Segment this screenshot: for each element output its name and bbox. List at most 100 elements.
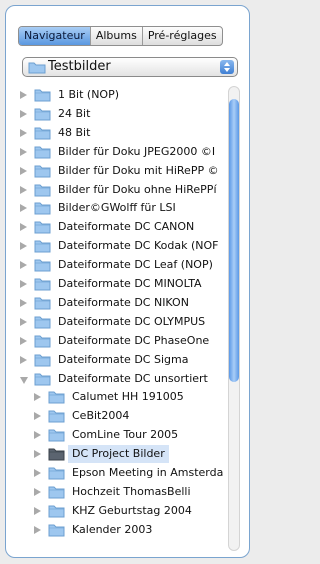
folder-icon: [34, 353, 51, 369]
tree-row[interactable]: Dateiformate DC OLYMPUS: [20, 313, 234, 331]
disclosure-triangle-closed-icon[interactable]: [20, 128, 27, 137]
tree-row[interactable]: Dateiformate DC unsortiert: [20, 370, 234, 388]
folder-icon: [34, 220, 51, 236]
folder-tree: 1 Bit (NOP) 24 Bit 48 Bit Bilder für Doku J…: [20, 86, 234, 557]
folder-icon: [34, 315, 51, 331]
tree-row[interactable]: 1 Bit (NOP): [20, 86, 234, 104]
disclosure-triangle-closed-icon[interactable]: [34, 450, 41, 459]
tab-navigateur[interactable]: Navigateur: [19, 27, 91, 45]
tree-row-label: 48 Bit: [58, 125, 91, 139]
tree-row-label: Dateiformate DC Sigma: [58, 352, 189, 366]
tree-row[interactable]: Dateiformate DC NIKON: [20, 294, 234, 312]
tree-row-label: Dateiformate DC Kodak (NOF: [58, 239, 219, 253]
tree-row[interactable]: Bilder für Doku ohne HiRePPí: [20, 181, 234, 199]
disclosure-triangle-closed-icon[interactable]: [20, 336, 27, 345]
disclosure-triangle-closed-icon[interactable]: [20, 91, 27, 99]
disclosure-triangle-closed-icon[interactable]: [34, 506, 41, 515]
tree-row[interactable]: Dateiformate DC PhaseOne: [20, 332, 234, 350]
tree-row[interactable]: CeBit2004: [20, 407, 234, 425]
folder-icon: [34, 277, 51, 293]
tree-row-label: ComLine Tour 2005: [72, 428, 179, 442]
tree-row[interactable]: 48 Bit: [20, 124, 234, 142]
tree-row[interactable]: Dateiformate DC CANON: [20, 218, 234, 236]
tree-row[interactable]: Dateiformate DC Leaf (NOP): [20, 256, 234, 274]
tree-row-label: Hochzeit ThomasBelli: [72, 484, 191, 498]
tree-row-label: KHZ Geburtstag 2004: [72, 503, 192, 517]
tree-row-label: Dateiformate DC PhaseOne: [58, 333, 210, 347]
tree-row-label: 1 Bit (NOP): [58, 88, 120, 101]
tree-row-label: Dateiformate DC OLYMPUS: [58, 314, 206, 328]
tree-row[interactable]: Dateiformate DC MINOLTA: [20, 275, 234, 293]
folder-icon: [34, 145, 51, 161]
disclosure-triangle-closed-icon[interactable]: [20, 242, 27, 251]
tree-row[interactable]: DC Project Bilder: [20, 445, 234, 464]
tree-row-label: Dateiformate DC Leaf (NOP): [58, 258, 213, 272]
disclosure-triangle-closed-icon[interactable]: [34, 393, 41, 402]
tree-row-label: Dateiformate DC MINOLTA: [58, 277, 202, 290]
tree-row[interactable]: Bilder für Doku mit HiRePP ©: [20, 162, 234, 180]
tree-row-label: Calumet HH 191005: [72, 390, 184, 404]
tree-row[interactable]: 24 Bit: [20, 105, 234, 123]
disclosure-triangle-open-icon[interactable]: [20, 376, 28, 384]
tree-row[interactable]: ComLine Tour 2005: [20, 426, 234, 444]
disclosure-triangle-closed-icon[interactable]: [20, 109, 27, 118]
folder-icon: [34, 296, 51, 312]
disclosure-triangle-closed-icon[interactable]: [20, 355, 27, 364]
folder-icon: [34, 372, 51, 388]
tree-row-label: Bilder©GWolff für LSI: [58, 201, 176, 215]
tree-row[interactable]: Dateiformate DC Kodak (NOF: [20, 237, 234, 255]
folder-icon: [48, 523, 65, 539]
folder-icon: [48, 409, 65, 425]
stepper-arrows-icon[interactable]: [220, 60, 234, 74]
tree-row-label: Bilder für Doku mit HiRePP ©: [58, 163, 219, 177]
tree-row-label: 24 Bit: [58, 106, 91, 120]
folder-icon: [48, 466, 65, 482]
folder-icon: [34, 201, 51, 217]
disclosure-triangle-closed-icon[interactable]: [34, 487, 41, 496]
tree-row[interactable]: Dateiformate DC Sigma: [20, 351, 234, 369]
disclosure-triangle-closed-icon[interactable]: [20, 223, 27, 232]
tree-row[interactable]: Epson Meeting in Amsterda: [20, 464, 234, 482]
folder-icon: [28, 61, 46, 77]
folder-icon: [34, 164, 51, 180]
disclosure-triangle-closed-icon[interactable]: [20, 298, 27, 307]
disclosure-triangle-closed-icon[interactable]: [20, 147, 27, 156]
disclosure-triangle-closed-icon[interactable]: [20, 166, 27, 175]
folder-icon: [34, 239, 51, 255]
disclosure-triangle-closed-icon[interactable]: [20, 280, 27, 288]
disclosure-triangle-closed-icon[interactable]: [34, 469, 41, 477]
disclosure-triangle-closed-icon[interactable]: [20, 317, 27, 326]
folder-icon: [34, 88, 51, 104]
scrollbar-thumb[interactable]: [229, 99, 239, 382]
tree-row-label: DC Project Bilder: [68, 445, 169, 464]
tree-row-label: Kalender 2003: [72, 522, 153, 536]
tree-row[interactable]: Bilder©GWolff für LSI: [20, 199, 234, 217]
tree-row[interactable]: Hochzeit ThomasBelli: [20, 483, 234, 501]
tree-row-label: Dateiformate DC unsortiert: [58, 371, 208, 385]
vertical-scrollbar[interactable]: [228, 86, 240, 551]
tree-row-label: Epson Meeting in Amsterda: [72, 466, 224, 479]
folder-icon: [48, 447, 65, 463]
tab-pre-reglages[interactable]: Pré-réglages: [143, 27, 222, 45]
location-label: Testbilder: [48, 59, 111, 74]
tree-row[interactable]: Bilder für Doku JPEG2000 ©I: [20, 143, 234, 161]
tree-row[interactable]: Kalender 2003: [20, 521, 234, 539]
disclosure-triangle-closed-icon[interactable]: [20, 261, 27, 270]
view-tabs: Navigateur Albums Pré-réglages: [18, 26, 223, 46]
location-popup[interactable]: Testbilder: [22, 57, 238, 77]
tree-row-label: Dateiformate DC NIKON: [58, 295, 189, 309]
disclosure-triangle-closed-icon[interactable]: [20, 204, 27, 213]
disclosure-triangle-closed-icon[interactable]: [20, 185, 27, 194]
tree-row[interactable]: Calumet HH 191005: [20, 388, 234, 406]
folder-icon: [48, 390, 65, 406]
folder-icon: [48, 428, 65, 444]
tree-row-label: Dateiformate DC CANON: [58, 220, 195, 234]
folder-icon: [48, 504, 65, 520]
disclosure-triangle-closed-icon[interactable]: [34, 525, 41, 534]
disclosure-triangle-closed-icon[interactable]: [34, 431, 41, 440]
tree-row[interactable]: KHZ Geburtstag 2004: [20, 502, 234, 520]
tree-row-label: Bilder für Doku ohne HiRePPí: [58, 182, 217, 196]
tab-albums[interactable]: Albums: [91, 27, 143, 45]
disclosure-triangle-closed-icon[interactable]: [34, 412, 41, 421]
folder-icon: [34, 126, 51, 142]
